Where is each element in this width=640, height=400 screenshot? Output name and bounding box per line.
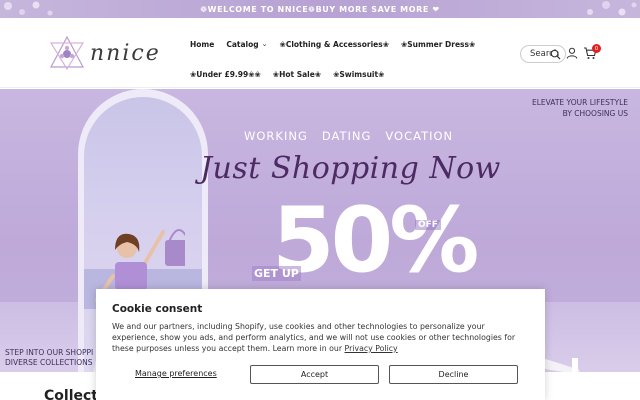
nav-row-2: ❀Under £9.99❀❀ ❀Hot Sale❀ ❀Swimsuit❀ (190, 65, 510, 83)
chevron-down-icon: ⌄ (261, 40, 268, 48)
cookie-body: We and our partners, including Shopify, … (112, 321, 529, 354)
collections-heading: Collect (44, 388, 98, 400)
logo[interactable]: nnice (48, 34, 173, 72)
cookie-consent-dialog: Cookie consent We and our partners, incl… (96, 289, 545, 400)
nav-home[interactable]: Home (190, 40, 214, 49)
nav-label: ❀Clothing & Accessories❀ (279, 39, 389, 49)
nav-label: ❀Swimsuit❀ (333, 69, 385, 79)
tagline-line-1: ELEVATE YOUR LIFESTYLE (531, 98, 628, 107)
logo-star-icon (49, 35, 85, 71)
nav-row-1: Home Catalog ⌄ ❀Clothing & Accessories❀ ❀… (190, 35, 510, 53)
cookie-title: Cookie consent (112, 303, 203, 315)
nav-label: Catalog (226, 39, 259, 49)
privacy-policy-link[interactable]: Privacy Policy (345, 344, 398, 353)
nav-hot-sale[interactable]: ❀Hot Sale❀ (273, 70, 321, 79)
search-input[interactable]: Search (520, 45, 566, 63)
tagline-line-2: BY CHOOSING US (562, 109, 628, 118)
hero-get-up-label: GET UP (252, 266, 301, 281)
search-icon[interactable] (550, 49, 561, 60)
nav-label: ❀Hot Sale❀ (272, 69, 322, 79)
hero-themes: WORKING DATING VOCATION (244, 129, 454, 143)
hero-off-label: OFF (415, 220, 441, 230)
hero-discount: 50% (272, 188, 479, 293)
announcement-bar: ❁WELCOME TO NNICE❁BUY MORE SAVE MORE ❤ (0, 0, 640, 18)
hero-title: Just Shopping Now (200, 151, 501, 186)
logo-text: nnice (90, 40, 161, 66)
cart-count-badge: 0 (592, 44, 601, 53)
nav-label: Home (190, 39, 215, 49)
user-icon[interactable] (566, 47, 578, 59)
flower-decoration-icon (587, 1, 637, 16)
nav-catalog[interactable]: Catalog ⌄ (226, 40, 267, 49)
nav-label: ❀Summer Dress❀ (400, 39, 476, 49)
step-line-2: DIVERSE COLLECTIONS (5, 358, 93, 367)
decline-button[interactable]: Decline (389, 365, 518, 384)
site-header: nnice Home Catalog ⌄ ❀Clothing & Accessor… (0, 18, 640, 88)
cookie-body-text: We and our partners, including Shopify, … (112, 322, 516, 353)
nav-summer-dress[interactable]: ❀Summer Dress❀ (401, 40, 475, 49)
hero-step-text: STEP INTO OUR SHOPPI DIVERSE COLLECTIONS (5, 348, 93, 368)
step-line-1: STEP INTO OUR SHOPPI (5, 348, 94, 357)
main-navigation: Home Catalog ⌄ ❀Clothing & Accessories❀ ❀… (190, 26, 510, 83)
hero-tagline: ELEVATE YOUR LIFESTYLE BY CHOOSING US (532, 97, 628, 119)
announcement-text: ❁WELCOME TO NNICE❁BUY MORE SAVE MORE ❤ (200, 4, 440, 14)
accept-button[interactable]: Accept (250, 365, 379, 384)
nav-under-9-99[interactable]: ❀Under £9.99❀❀ (190, 70, 261, 79)
manage-preferences-link[interactable]: Manage preferences (135, 369, 217, 378)
cookie-actions: Manage preferences Accept Decline (112, 365, 532, 385)
flower-decoration-icon (4, 1, 53, 16)
nav-swimsuit[interactable]: ❀Swimsuit❀ (333, 70, 384, 79)
nav-clothing-accessories[interactable]: ❀Clothing & Accessories❀ (280, 40, 389, 49)
nav-label: ❀Under £9.99❀❀ (190, 69, 261, 79)
